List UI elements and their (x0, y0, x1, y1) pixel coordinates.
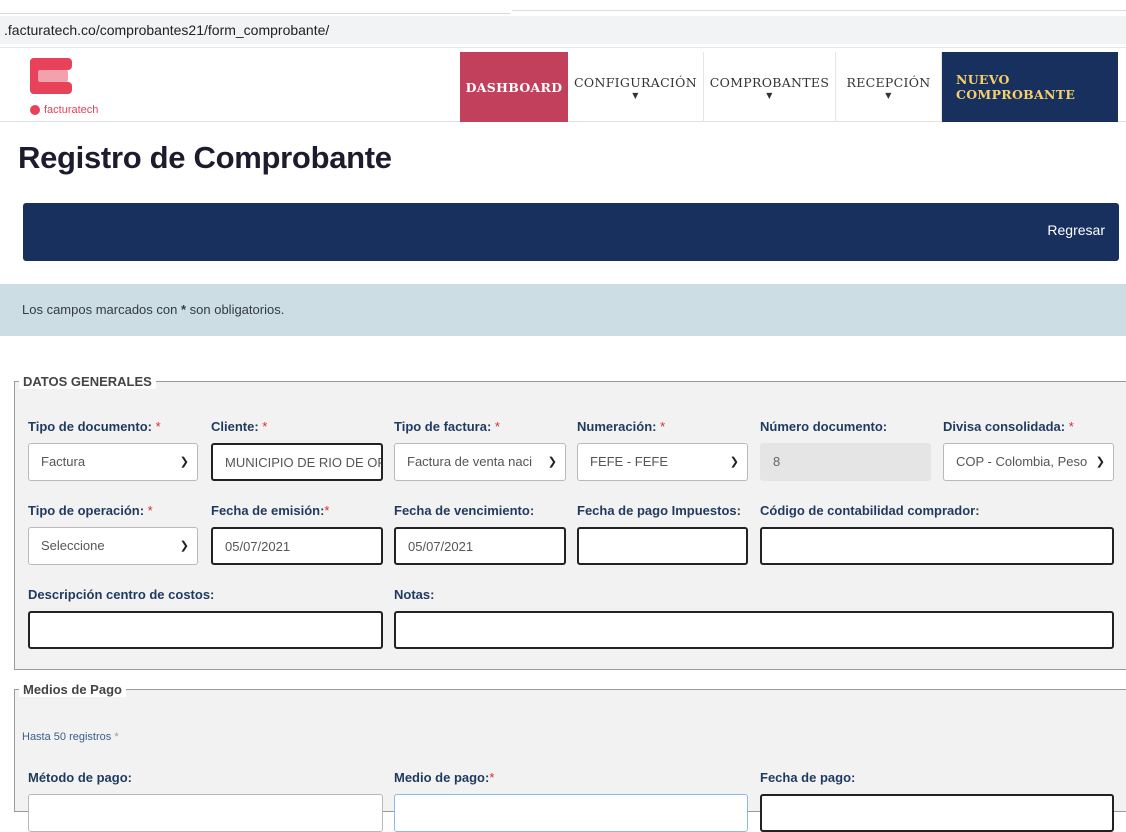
nav-nuevo-comprobante[interactable]: NUEVO COMPROBANTE (942, 52, 1118, 122)
divisa-value: COP - Colombia, Peso (956, 454, 1088, 469)
nav-configuracion-label: CONFIGURACIÓN (574, 74, 697, 90)
codigo-contabilidad-input[interactable] (760, 527, 1114, 565)
nav-comprobantes[interactable]: COMPROBANTES ▼ (704, 52, 836, 122)
medio-pago-select[interactable] (394, 794, 748, 832)
fecha-vencimiento-input[interactable]: 05/07/2021 (394, 527, 566, 565)
metodo-pago-select[interactable] (28, 794, 383, 832)
numero-documento-value: 8 (773, 454, 781, 469)
browser-tab-strip (0, 0, 1126, 14)
fecha-emision-field: Fecha de emisión:* 05/07/2021 (211, 503, 383, 565)
tab-divider (512, 10, 1126, 11)
numeracion-value: FEFE - FEFE (590, 454, 668, 469)
divisa-select[interactable]: COP - Colombia, Peso ❯ (943, 443, 1114, 481)
numero-documento-label: Número documento: (760, 419, 888, 434)
notas-field: Notas: (394, 587, 1114, 649)
logo-mark-icon (30, 58, 74, 96)
caret-down-icon: ▼ (766, 90, 773, 100)
datos-generales-legend: DATOS GENERALES (19, 374, 156, 389)
tipo-operacion-value: Seleccione (41, 538, 105, 553)
descripcion-centro-input[interactable] (28, 611, 383, 649)
medio-pago-field: Medio de pago:* (394, 770, 748, 832)
fecha-emision-input[interactable]: 05/07/2021 (211, 527, 383, 565)
fecha-pago-impuestos-field: Fecha de pago Impuestos: (577, 503, 748, 565)
fecha-pago-impuestos-input[interactable] (577, 527, 748, 565)
notas-input[interactable] (394, 611, 1114, 649)
nav-recepcion-label: RECEPCIÓN (846, 74, 931, 90)
nav-comprobantes-label: COMPROBANTES (709, 74, 830, 90)
medios-pago-section: Medios de Pago (14, 682, 1126, 812)
numeracion-label: Numeración: * (577, 419, 666, 434)
top-navigation: facturatech DASHBOARD CONFIGURACIÓN ▼ COM… (0, 52, 1126, 122)
notice-suffix: son obligatorios. (186, 302, 285, 317)
chevron-down-icon: ❯ (729, 456, 739, 468)
back-button[interactable]: Regresar (1047, 222, 1105, 238)
fecha-vencimiento-value: 05/07/2021 (408, 539, 474, 554)
browser-address-bar: .facturatech.co/comprobantes21/form_comp… (0, 0, 1126, 48)
nav-dashboard-label: DASHBOARD (465, 79, 563, 95)
nav-dashboard[interactable]: DASHBOARD (460, 52, 568, 122)
fecha-pago-input[interactable] (760, 794, 1114, 832)
medios-pago-legend: Medios de Pago (19, 682, 126, 697)
tipo-operacion-label: Tipo de operación: * (28, 503, 153, 518)
divisa-label: Divisa consolidada: * (943, 419, 1074, 434)
brand-name: facturatech (44, 104, 99, 116)
fecha-vencimiento-label: Fecha de vencimiento: (394, 503, 535, 518)
facturatech-logo[interactable]: facturatech (30, 56, 120, 120)
descripcion-centro-field: Descripción centro de costos: (28, 587, 383, 649)
chevron-down-icon: ❯ (547, 456, 557, 468)
nav-configuracion[interactable]: CONFIGURACIÓN ▼ (568, 52, 704, 122)
numero-documento-input: 8 (760, 443, 931, 481)
tipo-operacion-field: Tipo de operación: * Seleccione ❯ (28, 503, 198, 565)
cliente-label: Cliente: * (211, 419, 268, 434)
fecha-pago-label: Fecha de pago: (760, 770, 856, 785)
tipo-documento-select[interactable]: Factura ❯ (28, 443, 198, 481)
nav-recepcion[interactable]: RECEPCIÓN ▼ (836, 52, 942, 122)
divisa-field: Divisa consolidada: * COP - Colombia, Pe… (943, 419, 1114, 481)
tipo-factura-value: Factura de venta naci (407, 454, 533, 469)
tipo-documento-field: Tipo de documento: * Factura ❯ (28, 419, 198, 481)
tipo-factura-label: Tipo de factura: * (394, 419, 500, 434)
metodo-pago-label: Método de pago: (28, 770, 132, 785)
chevron-down-icon: ❯ (179, 540, 189, 552)
descripcion-centro-label: Descripción centro de costos: (28, 587, 215, 602)
tipo-documento-label: Tipo de documento: * (28, 419, 161, 434)
tipo-documento-value: Factura (41, 454, 86, 469)
browser-tab[interactable] (0, 0, 510, 14)
page-title: Registro de Comprobante (18, 140, 392, 175)
numero-documento-field: Número documento: 8 (760, 419, 931, 481)
codigo-contabilidad-field: Código de contabilidad comprador: (760, 503, 1114, 565)
notice-prefix: Los campos marcados con (22, 302, 181, 317)
fecha-emision-label: Fecha de emisión:* (211, 503, 330, 518)
numeracion-select[interactable]: FEFE - FEFE ❯ (577, 443, 748, 481)
caret-down-icon: ▼ (885, 90, 892, 100)
fecha-vencimiento-field: Fecha de vencimiento: 05/07/2021 (394, 503, 566, 565)
cliente-value: MUNICIPIO DE RIO DE OF (225, 455, 383, 470)
fecha-pago-field: Fecha de pago: (760, 770, 1114, 832)
cliente-input[interactable]: MUNICIPIO DE RIO DE OF (211, 443, 383, 481)
main-menu: DASHBOARD CONFIGURACIÓN ▼ COMPROBANTES ▼ R… (460, 52, 1118, 122)
medios-pago-hint: Hasta 50 registros * (22, 731, 119, 743)
tipo-factura-select[interactable]: Factura de venta naci ❯ (394, 443, 566, 481)
fecha-pago-impuestos-label: Fecha de pago Impuestos: (577, 503, 741, 518)
logo-wordmark: facturatech (30, 104, 98, 116)
tipo-factura-field: Tipo de factura: * Factura de venta naci… (394, 419, 566, 481)
required-fields-notice: Los campos marcados con * son obligatori… (0, 284, 1126, 336)
logo-dot-icon (30, 105, 40, 115)
codigo-contabilidad-label: Código de contabilidad comprador: (760, 503, 980, 518)
url-text[interactable]: .facturatech.co/comprobantes21/form_comp… (0, 16, 1126, 44)
tipo-operacion-select[interactable]: Seleccione ❯ (28, 527, 198, 565)
chevron-down-icon: ❯ (1095, 456, 1105, 468)
action-bar: Regresar (23, 203, 1119, 261)
medio-pago-label: Medio de pago:* (394, 770, 495, 785)
notas-label: Notas: (394, 587, 435, 602)
metodo-pago-field: Método de pago: (28, 770, 383, 832)
numeracion-field: Numeración: * FEFE - FEFE ❯ (577, 419, 748, 481)
chevron-down-icon: ❯ (179, 456, 189, 468)
fecha-emision-value: 05/07/2021 (225, 539, 291, 554)
nav-nuevo-label: NUEVO COMPROBANTE (956, 72, 1076, 102)
caret-down-icon: ▼ (632, 90, 639, 100)
cliente-field: Cliente: * MUNICIPIO DE RIO DE OF (211, 419, 383, 481)
